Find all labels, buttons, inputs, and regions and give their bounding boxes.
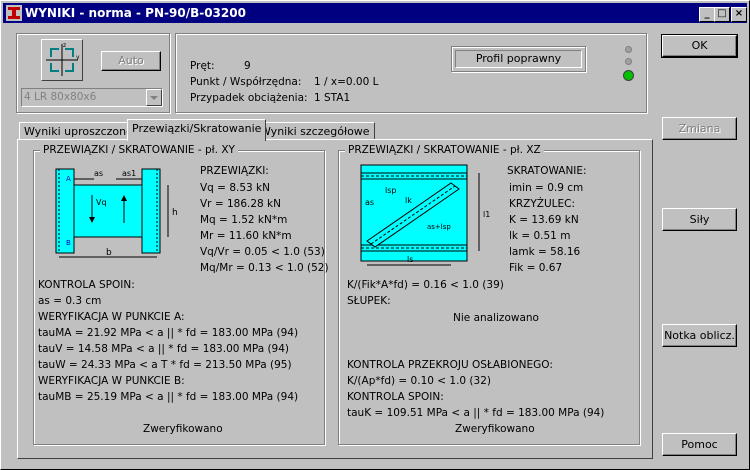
title-bar[interactable]: WYNIKI - norma - PN-90/B-03200 _ □ × <box>3 3 747 23</box>
xy-line: WERYFIKACJA W PUNKCIE A: <box>38 311 185 323</box>
led-off-icon <box>625 58 632 65</box>
xz-verdict: Zweryfikowano <box>455 423 535 435</box>
xz-line: K/(Fik*A*fd) = 0.16 < 1.0 (39) <box>347 279 504 291</box>
xz-not-analyzed: Nie analizowano <box>453 312 539 324</box>
label-aslsp: as+lsp <box>427 223 451 231</box>
group-xy: PRZEWIĄZKI / SKRATOWANIE - pł. XY A B as… <box>33 144 329 445</box>
tab-przewiazki[interactable]: Przewiązki/Skratowanie <box>127 119 267 141</box>
xz-value: lk = 0.51 m <box>509 230 571 242</box>
xy-value: Mq/Mr = 0.13 < 1.0 (52) <box>200 262 329 274</box>
label-ls: ls <box>407 255 413 264</box>
label-as-xz: as <box>365 198 374 207</box>
pomoc-button[interactable]: Pomoc <box>662 433 737 456</box>
xz-value: KRZYŻULEC: <box>509 198 576 210</box>
label-lk: lk <box>405 196 412 205</box>
cross-section-icon: z y <box>46 42 80 76</box>
skratowanie-title: SKRATOWANIE: <box>507 165 587 177</box>
group-xy-title: PRZEWIĄZKI / SKRATOWANIE - pł. XY <box>40 144 238 156</box>
status-box: Profil poprawny <box>451 46 586 72</box>
punkt-value: 1 / x=0.00 L <box>314 76 379 88</box>
svg-text:y: y <box>76 54 80 61</box>
app-icon <box>6 5 22 21</box>
zmiana-button[interactable]: Zmiana <box>662 117 737 140</box>
xy-value: Mr = 11.60 kN*m <box>200 230 292 242</box>
label-bw: b <box>106 248 112 258</box>
punkt-label: Punkt / Współrzędna: <box>190 76 302 88</box>
label-as1: as1 <box>122 169 136 178</box>
xy-line: tauMB = 25.19 MPa < a || * fd = 183.00 M… <box>38 391 299 403</box>
xy-value: Vq = 8.53 kN <box>200 182 270 194</box>
label-a: A <box>66 175 71 183</box>
xy-line: KONTROLA SPOIN: <box>38 279 135 291</box>
xy-line: as = 0.3 cm <box>38 295 102 307</box>
chevron-down-icon <box>150 96 158 100</box>
window-title: WYNIKI - norma - PN-90/B-03200 <box>25 6 246 20</box>
profile-select-value: 4 LR 80x80x6 <box>24 91 97 103</box>
xz-value: K = 13.69 kN <box>509 214 579 226</box>
xz-line: SŁUPEK: <box>347 295 391 307</box>
xz-line: KONTROLA PRZEKROJU OSŁABIONEGO: <box>347 359 553 371</box>
label-vq: Vq <box>96 198 107 207</box>
label-h: h <box>172 208 178 218</box>
ok-button[interactable]: OK <box>661 34 738 58</box>
status-led <box>621 44 635 86</box>
tab-panel: PRZEWIĄZKI / SKRATOWANIE - pł. XY A B as… <box>17 139 653 459</box>
xy-line: tauW = 24.33 MPa < a T * fd = 213.50 MPa… <box>38 359 292 371</box>
led-off-icon <box>625 46 632 53</box>
pret-value: 9 <box>244 60 251 72</box>
maximize-button[interactable]: □ <box>714 7 730 22</box>
xz-value: imin = 0.9 cm <box>509 182 584 194</box>
auto-button[interactable]: Auto <box>101 51 161 71</box>
svg-text:z: z <box>63 42 66 49</box>
info-panel: Pręt: 9 Punkt / Współrzędna: 1 / x=0.00 … <box>175 33 647 113</box>
xy-verdict: Zweryfikowano <box>143 423 223 435</box>
przypadek-label: Przypadek obciążenia: <box>190 92 308 104</box>
xz-value: lamk = 58.16 <box>509 246 581 258</box>
group-xz-title: PRZEWIĄZKI / SKRATOWANIE - pł. XZ <box>345 144 544 156</box>
xy-value: Vq/Vr = 0.05 < 1.0 (53) <box>200 246 325 258</box>
lacing-drawing: lsp lk as as+lsp l1 ls <box>360 164 490 266</box>
group-xz: PRZEWIĄZKI / SKRATOWANIE - pł. XZ lsp lk… <box>338 144 640 445</box>
label-b: B <box>66 239 71 247</box>
dropdown-arrow-button[interactable] <box>146 89 162 106</box>
przewiazki-title: PRZEWIĄZKI: <box>200 165 269 177</box>
led-green-icon <box>623 70 634 81</box>
label-as: as <box>94 169 103 178</box>
przypadek-value: 1 STA1 <box>314 92 351 104</box>
section-type-button[interactable]: z y <box>41 39 83 81</box>
sily-button[interactable]: Siły <box>662 208 737 231</box>
xy-line: WERYFIKACJA W PUNKCIE B: <box>38 375 185 387</box>
xy-value: Vr = 186.28 kN <box>200 198 281 210</box>
profile-select[interactable]: 4 LR 80x80x6 <box>21 88 163 107</box>
xz-line: tauK = 109.51 MPa < a || * fd = 183.00 M… <box>347 407 605 419</box>
results-window: WYNIKI - norma - PN-90/B-03200 _ □ × z y… <box>0 0 750 470</box>
close-button[interactable]: × <box>731 7 747 22</box>
minimize-button[interactable]: _ <box>699 7 715 22</box>
xz-line: KONTROLA SPOIN: <box>347 391 444 403</box>
pret-label: Pręt: <box>190 60 215 72</box>
notka-button[interactable]: Notka oblicz. <box>662 324 737 347</box>
xy-value: Mq = 1.52 kN*m <box>200 214 288 226</box>
label-l1: l1 <box>483 210 490 219</box>
xy-line: tauMA = 21.92 MPa < a || * fd = 183.00 M… <box>38 327 299 339</box>
section-panel: z y Auto 4 LR 80x80x6 <box>16 33 170 113</box>
xz-value: Fik = 0.67 <box>509 262 563 274</box>
batten-drawing: A B as as1 Vq h b <box>55 168 178 258</box>
label-lsp: lsp <box>385 186 396 195</box>
xy-line: tauV = 14.58 MPa < a || * fd = 183.00 MP… <box>38 343 290 355</box>
status-text: Profil poprawny <box>455 50 582 68</box>
xz-line: K/(Ap*fd) = 0.10 < 1.0 (32) <box>347 375 491 387</box>
